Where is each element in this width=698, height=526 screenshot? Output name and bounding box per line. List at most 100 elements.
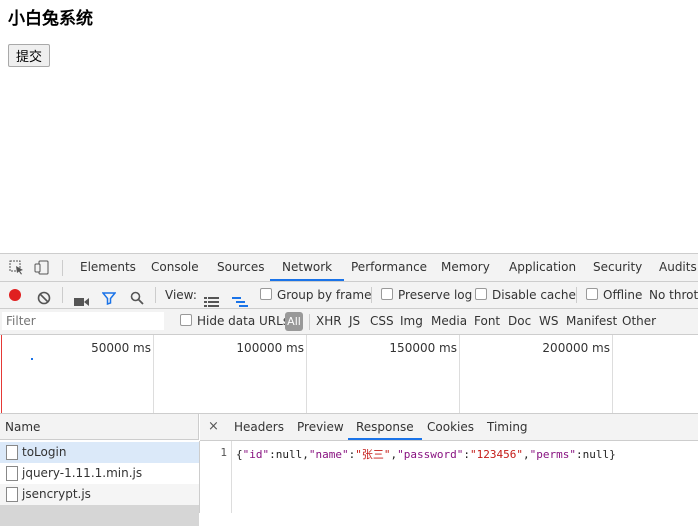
tab-elements[interactable]: Elements xyxy=(80,254,136,281)
json-punct: :null} xyxy=(575,448,616,461)
filter-xhr[interactable]: XHR xyxy=(316,309,342,334)
close-icon[interactable]: × xyxy=(208,414,219,440)
network-toolbar: View: Group by frame Preserve log Disabl… xyxy=(0,282,698,309)
response-viewer[interactable]: 1 {"id":null,"name":"张三","password":"123… xyxy=(200,441,698,513)
filter-ws[interactable]: WS xyxy=(539,309,558,334)
tab-audits[interactable]: Audits xyxy=(659,254,697,281)
record-icon[interactable] xyxy=(9,289,21,301)
json-key: "name" xyxy=(308,448,349,461)
device-toolbar-icon[interactable] xyxy=(34,260,50,275)
tab-console[interactable]: Console xyxy=(151,254,199,281)
timeline-load-marker xyxy=(1,335,2,413)
tab-application[interactable]: Application xyxy=(509,254,576,281)
json-key: "id" xyxy=(242,448,270,461)
filter-all-button[interactable]: All xyxy=(285,312,303,331)
filter-js[interactable]: JS xyxy=(349,309,360,334)
divider xyxy=(576,287,577,303)
line-number: 1 xyxy=(220,446,227,459)
hide-data-urls-label: Hide data URLs xyxy=(197,314,290,328)
divider xyxy=(371,287,372,303)
request-list: toLogin jquery-1.11.1.min.js jsencrypt.j… xyxy=(0,441,200,526)
disable-cache-label: Disable cache xyxy=(492,288,576,302)
json-value: "123456" xyxy=(469,448,523,461)
filter-doc[interactable]: Doc xyxy=(508,309,531,334)
preserve-log-checkbox[interactable]: Preserve log xyxy=(381,282,472,308)
group-by-frame-checkbox[interactable]: Group by frame xyxy=(260,282,371,308)
preserve-log-label: Preserve log xyxy=(398,288,473,302)
request-row[interactable] xyxy=(0,505,199,526)
json-key: "perms" xyxy=(529,448,576,461)
request-row[interactable]: jsencrypt.js xyxy=(0,484,199,505)
timeline-tick-label: 100000 ms xyxy=(236,341,304,355)
line-gutter: 1 xyxy=(200,441,232,513)
tab-timing[interactable]: Timing xyxy=(487,414,528,440)
json-key: "password" xyxy=(397,448,464,461)
throttling-select[interactable]: No thrott xyxy=(649,282,698,308)
page-title: 小白兔系统 xyxy=(8,9,93,29)
timeline-tick-label: 50000 ms xyxy=(91,341,151,355)
filter-icon[interactable] xyxy=(101,288,117,306)
view-label: View: xyxy=(165,288,197,302)
filter-input[interactable] xyxy=(2,312,164,330)
search-icon[interactable] xyxy=(130,288,144,305)
json-punct: : xyxy=(463,448,470,461)
checkbox-icon xyxy=(586,288,598,300)
tab-network[interactable]: Network xyxy=(270,254,345,281)
json-brace: { xyxy=(236,448,243,461)
tab-response[interactable]: Response xyxy=(348,414,422,440)
large-rows-icon[interactable] xyxy=(204,290,219,307)
tab-cookies[interactable]: Cookies xyxy=(427,414,474,440)
tab-performance[interactable]: Performance xyxy=(351,254,427,281)
overview-icon[interactable] xyxy=(232,290,248,307)
timeline-tick-label: 200000 ms xyxy=(542,341,610,355)
filter-bar: Hide data URLs All XHR JS CSS Img Media … xyxy=(0,309,698,335)
request-name: jsencrypt.js xyxy=(22,487,91,501)
divider xyxy=(62,287,63,303)
camera-icon[interactable] xyxy=(74,290,89,306)
filter-font[interactable]: Font xyxy=(474,309,500,334)
request-detail-tabs: × Headers Preview Response Cookies Timin… xyxy=(200,414,698,441)
hide-data-urls-checkbox[interactable]: Hide data URLs xyxy=(180,309,289,334)
devtools-tabbar: Elements Console Sources Network Perform… xyxy=(0,254,698,282)
timeline-tick-label: 150000 ms xyxy=(389,341,457,355)
json-punct: :null, xyxy=(269,448,309,461)
filter-other[interactable]: Other xyxy=(622,309,656,334)
group-by-frame-label: Group by frame xyxy=(277,288,372,302)
devtools-panel: Elements Console Sources Network Perform… xyxy=(0,253,698,526)
response-body[interactable]: {"id":null,"name":"张三","password":"12345… xyxy=(236,446,616,462)
checkbox-icon xyxy=(381,288,393,300)
document-icon xyxy=(6,487,18,502)
divider xyxy=(155,287,156,303)
tab-headers[interactable]: Headers xyxy=(234,414,284,440)
filter-css[interactable]: CSS xyxy=(370,309,394,334)
divider xyxy=(62,260,63,276)
checkbox-icon xyxy=(260,288,272,300)
name-column-header[interactable]: Name xyxy=(0,414,199,440)
checkbox-icon xyxy=(180,314,192,326)
tab-memory[interactable]: Memory xyxy=(441,254,490,281)
filter-media[interactable]: Media xyxy=(431,309,467,334)
offline-checkbox[interactable]: Offline xyxy=(586,282,642,308)
request-name: toLogin xyxy=(22,445,67,459)
disable-cache-checkbox[interactable]: Disable cache xyxy=(475,282,576,308)
timeline-request-bar xyxy=(31,358,33,360)
request-name: jquery-1.11.1.min.js xyxy=(22,466,143,480)
filter-img[interactable]: Img xyxy=(400,309,423,334)
json-value: "张三" xyxy=(355,448,391,461)
filter-manifest[interactable]: Manifest xyxy=(566,309,617,334)
json-punct: , xyxy=(522,448,530,461)
checkbox-icon xyxy=(475,288,487,300)
clear-icon[interactable] xyxy=(37,288,51,305)
request-row[interactable]: jquery-1.11.1.min.js xyxy=(0,463,199,484)
tab-sources[interactable]: Sources xyxy=(217,254,264,281)
page-content: 小白兔系统 提交 xyxy=(0,0,698,253)
divider xyxy=(309,314,310,330)
tab-preview[interactable]: Preview xyxy=(297,414,344,440)
timeline-overview[interactable]: 50000 ms 100000 ms 150000 ms 200000 ms xyxy=(0,335,698,414)
request-row[interactable]: toLogin xyxy=(0,442,199,463)
submit-button[interactable]: 提交 xyxy=(8,44,51,67)
offline-label: Offline xyxy=(603,288,643,302)
tab-security[interactable]: Security xyxy=(593,254,642,281)
document-icon xyxy=(6,445,18,460)
inspect-element-icon[interactable] xyxy=(9,260,25,275)
